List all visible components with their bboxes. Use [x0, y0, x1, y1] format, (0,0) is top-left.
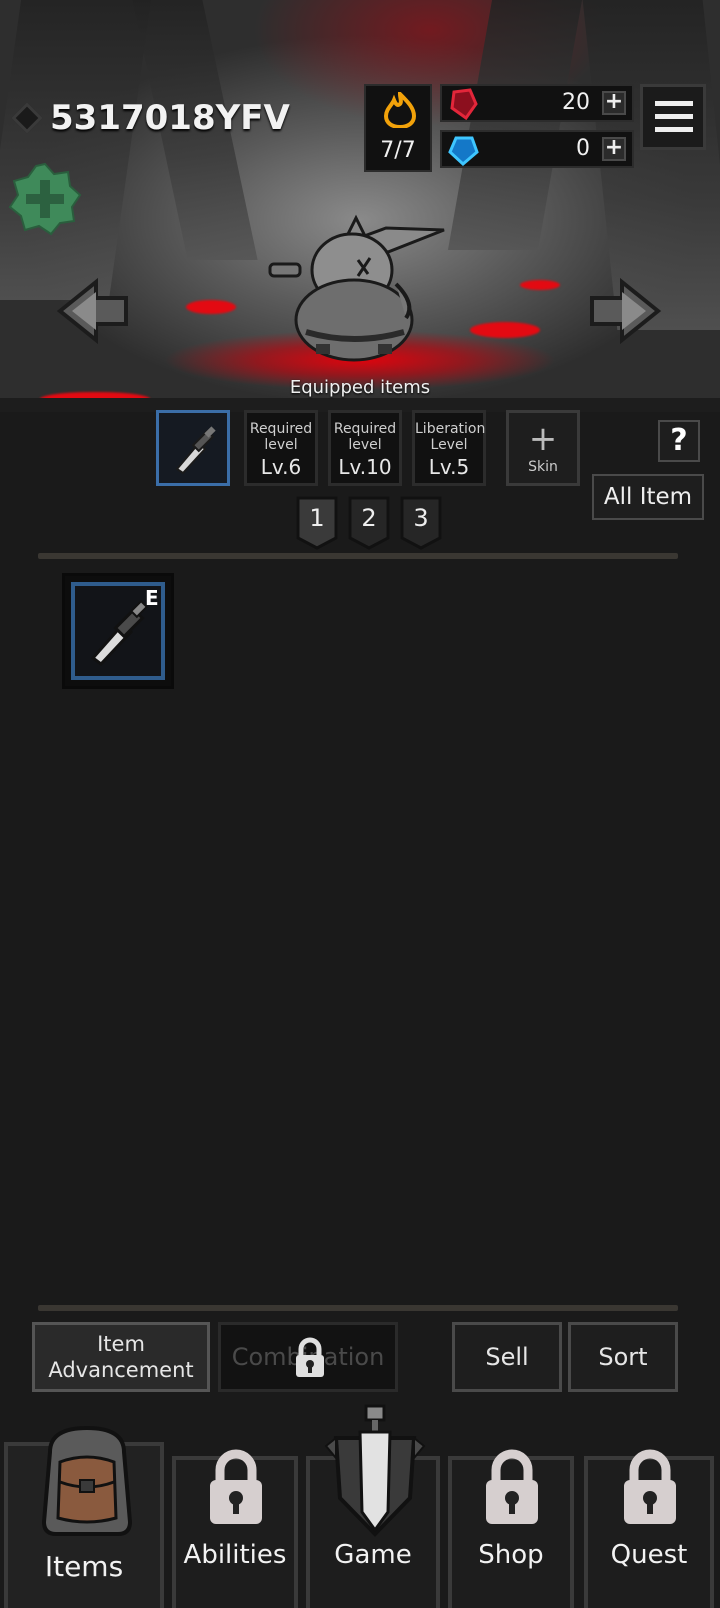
page-tab-1[interactable]: 1: [296, 496, 338, 550]
stamina-value: 7/7: [380, 138, 416, 163]
slot-requirement-label: Required level: [333, 421, 397, 453]
goblin-character: [268, 214, 445, 362]
sword-shield-icon: [324, 1404, 426, 1537]
add-blue-gem-button[interactable]: +: [602, 137, 626, 161]
slot-requirement-label: Liberation Level: [415, 421, 486, 453]
next-arrow-icon[interactable]: [588, 276, 662, 346]
previous-arrow-icon[interactable]: [56, 276, 130, 346]
equip-slot-2[interactable]: Required level Lv.6: [244, 410, 318, 486]
inventory-item[interactable]: E: [62, 573, 174, 689]
sell-button[interactable]: Sell: [452, 1322, 562, 1392]
blood-splatter: [520, 280, 560, 290]
stamina-counter: 7/7: [364, 84, 432, 172]
slot-level: Lv.5: [428, 455, 470, 479]
diamond-icon: [11, 102, 43, 134]
nav-tab-items[interactable]: Items: [4, 1425, 164, 1608]
nav-tab-game[interactable]: Game: [306, 1404, 440, 1608]
add-skin-icon: +: [528, 419, 558, 459]
lock-icon: [210, 1449, 262, 1524]
flame-icon: [383, 92, 417, 128]
blood-splatter: [186, 300, 236, 314]
lock-icon: [624, 1449, 676, 1524]
equipped-items-label: Equipped items: [289, 377, 431, 398]
player-id: 5317018YFV: [11, 98, 290, 138]
slot-requirement-label: Required level: [249, 421, 313, 453]
blue-gem-icon: [448, 136, 479, 166]
tree-trunk: [0, 0, 152, 300]
inventory-bottom-divider: [38, 1305, 678, 1311]
slot-level: Lv.10: [338, 455, 392, 479]
red-gem-counter: 20 +: [440, 84, 634, 122]
menu-bar-icon: [655, 114, 693, 119]
blue-gem-value: 0: [576, 136, 590, 161]
equip-slot-3[interactable]: Required level Lv.10: [328, 410, 402, 486]
slot-level: Lv.6: [260, 455, 302, 479]
blood-splatter: [470, 322, 540, 338]
tree-trunk: [447, 0, 583, 250]
red-gem-icon: [450, 88, 478, 120]
lock-icon: [296, 1337, 324, 1377]
menu-bar-icon: [655, 101, 693, 106]
nav-quest-label: Quest: [610, 1540, 688, 1570]
player-id-text: 5317018YFV: [50, 98, 290, 138]
nav-shop-label: Shop: [478, 1540, 544, 1570]
battle-scene: Equipped items: [0, 0, 720, 412]
equip-slot-weapon[interactable]: [156, 410, 230, 486]
nav-tab-abilities[interactable]: Abilities: [172, 1449, 298, 1608]
red-gem-value: 20: [562, 90, 590, 115]
sword-icon: [90, 600, 149, 666]
all-item-button[interactable]: All Item: [592, 474, 704, 520]
add-red-gem-button[interactable]: +: [602, 91, 626, 115]
item-advancement-button[interactable]: Item Advancement: [32, 1322, 210, 1392]
page-number: 1: [309, 504, 325, 532]
page-tab-2[interactable]: 2: [348, 496, 390, 550]
sword-icon: [175, 426, 216, 475]
page-tab-3[interactable]: 3: [400, 496, 442, 550]
nav-tab-shop[interactable]: Shop: [448, 1449, 574, 1608]
sort-button[interactable]: Sort: [568, 1322, 678, 1392]
equipped-badge: E: [145, 586, 159, 610]
nav-game-label: Game: [334, 1540, 412, 1570]
help-button[interactable]: ?: [658, 420, 700, 462]
skin-slot[interactable]: + Skin: [506, 410, 580, 486]
page-number: 2: [361, 504, 377, 532]
nav-items-label: Items: [44, 1550, 124, 1583]
equip-slot-4[interactable]: Liberation Level Lv.5: [412, 410, 486, 486]
blue-gem-counter: 0 +: [440, 130, 634, 168]
inventory-top-divider: [38, 553, 678, 559]
backpack-icon: [41, 1425, 133, 1536]
page-number: 3: [413, 504, 429, 532]
nav-tab-quest[interactable]: Quest: [584, 1449, 714, 1608]
skin-label: Skin: [528, 459, 558, 475]
add-badge-icon[interactable]: [8, 162, 82, 236]
menu-button[interactable]: [640, 84, 706, 150]
menu-bar-icon: [655, 127, 693, 132]
nav-abilities-label: Abilities: [183, 1540, 287, 1570]
combination-button[interactable]: Combination: [218, 1322, 398, 1392]
lock-icon: [486, 1449, 538, 1524]
